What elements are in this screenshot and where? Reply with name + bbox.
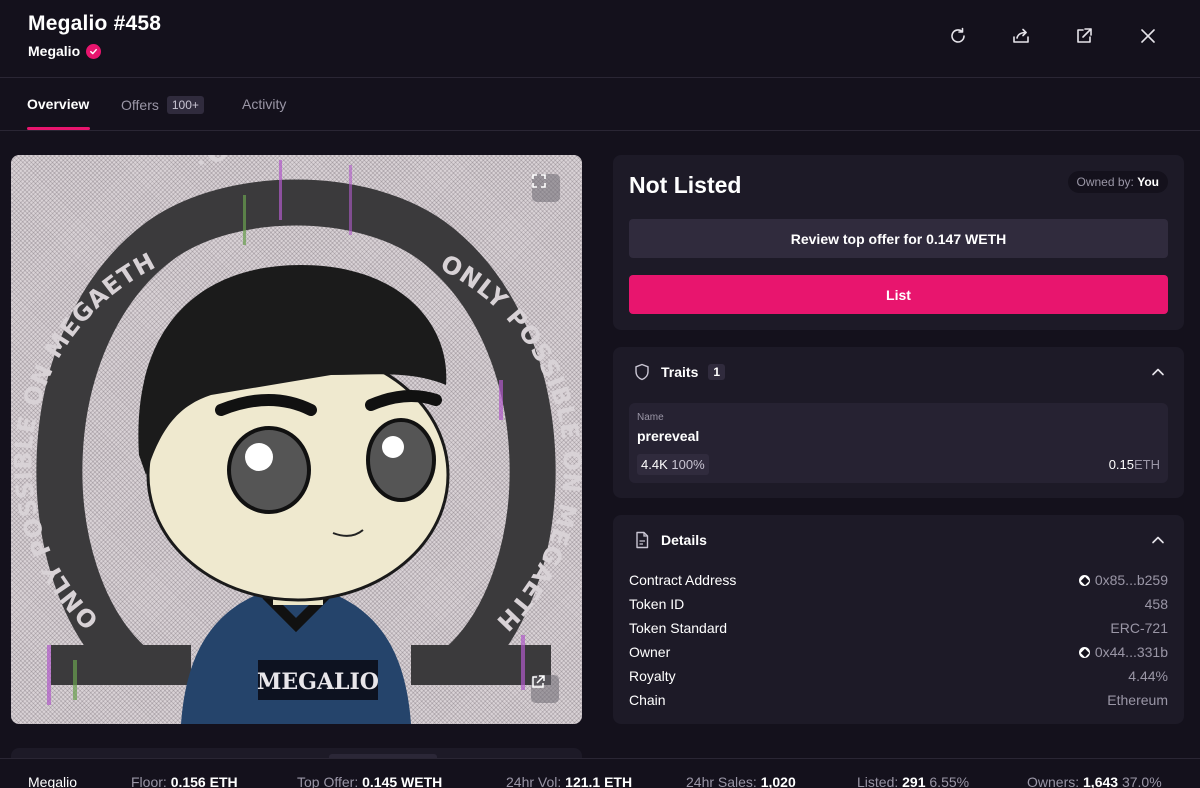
tab-offers[interactable]: Offers 100+ [121,96,204,114]
list-button[interactable]: List [629,275,1168,314]
ring-text-top: ·OMEGA· [189,155,339,179]
open-media-icon[interactable] [531,675,559,703]
footer-volume: 24hr Vol: 121.1 ETH [506,774,632,788]
stat-label: 24hr Sales: [686,774,757,788]
stat-label: Top Offer: [297,774,359,788]
external-link-icon[interactable] [1072,24,1096,48]
active-tab-indicator [27,127,90,130]
footer-sales: 24hr Sales: 1,020 [686,774,796,788]
footer-listed: Listed: 291 6.55% [857,774,969,788]
stat-value: 1,020 [760,774,796,788]
detail-label: Contract Address [629,572,737,588]
tab-activity[interactable]: Activity [242,96,286,112]
listing-status: Not Listed [629,172,742,198]
detail-row-royalty: Royalty 4.44% [629,668,1168,688]
trait-price-unit: ETH [1134,457,1160,472]
etherscan-icon [1078,646,1090,658]
detail-label: Token ID [629,596,685,612]
offers-count-badge: 100+ [166,96,204,114]
details-card: Details Contract Address 0x85...b259 Tok… [613,515,1184,724]
detail-label: Owner [629,644,671,660]
contract-address-link[interactable]: 0x85...b259 [1078,572,1168,588]
stat-value: 121.1 ETH [565,774,633,788]
tab-offers-label: Offers [121,97,159,113]
trait-type: Name [637,412,664,423]
review-offer-button[interactable]: Review top offer for 0.147 WETH [629,219,1168,258]
stat-value: 0.145 WETH [362,774,443,788]
share-icon[interactable] [1009,24,1033,48]
detail-row-chain: Chain Ethereum [629,692,1168,712]
stat-label: Floor: [131,774,167,788]
stat-value: 0.156 ETH [170,774,238,788]
detail-row-token-standard: Token Standard ERC-721 [629,620,1168,640]
detail-row-contract: Contract Address 0x85...b259 [629,572,1168,592]
detail-value: ERC-721 [1110,620,1168,636]
trait-rarity: 4.4K 100% [637,454,709,475]
detail-label: Chain [629,692,666,708]
tab-overview[interactable]: Overview [27,96,89,112]
owner-address-link[interactable]: 0x44...331b [1078,644,1168,660]
footer-owners: Owners: 1,643 37.0% [1027,774,1162,788]
traits-count-badge: 1 [708,364,726,380]
traits-header[interactable]: Traits 1 [633,363,726,381]
traits-title: Traits [661,364,699,380]
footer-top-offer: Top Offer: 0.145 WETH [297,774,442,788]
jacket-text: MEGALIO [257,669,379,695]
shield-icon [635,363,649,381]
tab-overview-label: Overview [27,96,90,112]
stat-label: Owners: [1027,774,1080,788]
detail-value: 0x85...b259 [1094,572,1168,588]
owned-by-label: Owned by: [1076,175,1134,189]
verified-icon [86,43,102,59]
etherscan-icon [1078,574,1090,586]
owner-badge: Owned by: You [1067,171,1168,193]
stat-value: 291 [902,774,926,788]
item-header: Megalio #458 Megalio [0,0,1200,78]
trait-value: prereveal [637,428,700,444]
detail-value: 0x44...331b [1094,644,1168,660]
chevron-up-icon[interactable] [1150,364,1166,380]
trait-price-value: 0.15 [1108,457,1134,472]
collection-name: Megalio [28,43,81,59]
trait-item[interactable]: Name prereveal 4.4K 100% 0.15ETH [629,403,1168,483]
stat-label: 24hr Vol: [506,774,562,788]
detail-value: Ethereum [1107,692,1168,708]
traits-card: Traits 1 Name prereveal 4.4K 100% 0.15ET… [613,347,1184,498]
trait-floor: 0.15ETH [1109,457,1160,472]
listing-card: Not Listed Owned by: You Review top offe… [613,155,1184,330]
nft-image: ·OMEGA· ONLY POSSIBLE ON MEGAETH ONLY PO… [11,155,582,724]
trait-percent: 100% [671,457,705,472]
detail-label: Royalty [629,668,676,684]
stat-percent: 6.55% [929,774,970,788]
footer-floor: Floor: 0.156 ETH [131,774,238,788]
nft-artwork: ·OMEGA· ONLY POSSIBLE ON MEGAETH ONLY PO… [11,155,582,724]
chevron-up-icon[interactable] [1150,532,1166,548]
detail-value: 4.44% [1128,668,1168,684]
detail-label: Token Standard [629,620,728,636]
stat-value: 1,643 [1083,774,1119,788]
stat-label: Listed: [857,774,899,788]
close-icon[interactable] [1136,24,1160,48]
detail-row-owner: Owner 0x44...331b [629,644,1168,664]
trait-count: 4.4K [641,457,668,472]
page-title: Megalio #458 [28,12,162,35]
document-icon [636,531,649,549]
fullscreen-icon[interactable] [532,174,560,202]
tab-activity-label: Activity [242,96,287,112]
collection-link[interactable]: Megalio [28,43,102,59]
detail-value: 458 [1144,596,1168,612]
detail-row-token-id: Token ID 458 [629,596,1168,616]
details-header[interactable]: Details [633,531,707,549]
details-title: Details [661,532,707,548]
footer-collection-name[interactable]: Megalio [28,774,77,788]
tab-bar: Overview Offers 100+ Activity [0,79,1200,131]
svg-text:·OMEGA·: ·OMEGA· [189,155,341,179]
collection-stats-bar: Megalio Floor: 0.156 ETH Top Offer: 0.14… [0,758,1200,788]
owned-by-value: You [1137,175,1159,189]
refresh-icon[interactable] [946,24,970,48]
stat-percent: 37.0% [1121,774,1162,788]
